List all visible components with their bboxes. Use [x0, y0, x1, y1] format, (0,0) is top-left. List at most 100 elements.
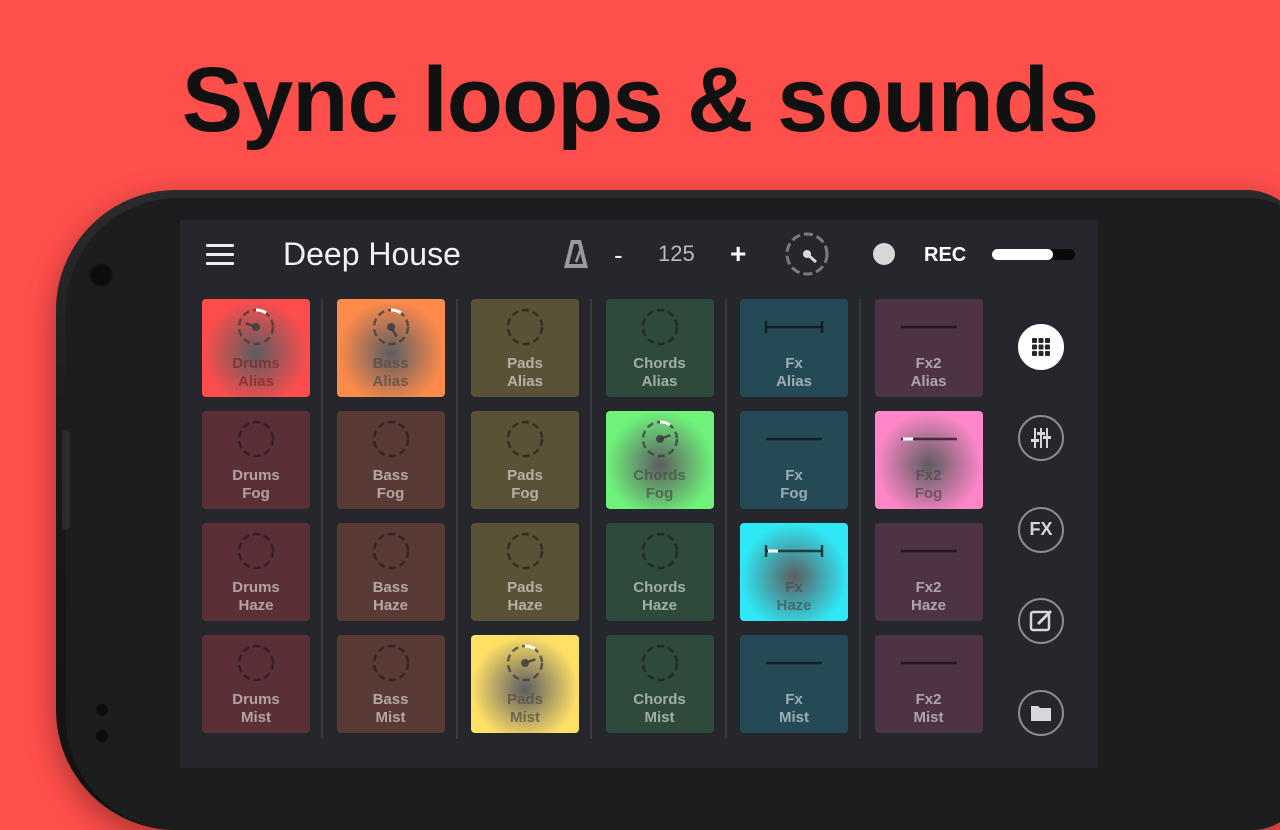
- front-camera: [88, 262, 114, 288]
- grid-view-button[interactable]: [1018, 324, 1064, 370]
- pad-bass-mist[interactable]: Bass Mist: [336, 635, 445, 733]
- pad-fx2-mist[interactable]: Fx2 Mist: [874, 635, 983, 733]
- pad-pads-fog[interactable]: Pads Fog: [471, 411, 579, 509]
- pad-sublabel: Alias: [372, 373, 409, 390]
- pad-sublabel: Alias: [507, 373, 543, 390]
- loop-dial-icon: [641, 532, 678, 570]
- pad-label: Pads: [507, 691, 543, 708]
- pad-fx-mist[interactable]: Fx Mist: [740, 635, 848, 733]
- pad-sublabel: Mist: [779, 709, 809, 726]
- files-button[interactable]: [1018, 690, 1064, 736]
- pad-sublabel: Fog: [914, 485, 943, 502]
- column-divider: [859, 299, 861, 739]
- pad-bass-alias[interactable]: Bass Alias: [336, 299, 445, 397]
- folder-icon: [1031, 706, 1051, 721]
- pad-drums-alias[interactable]: Drums Alias: [202, 299, 310, 397]
- pad-label: Pads: [507, 579, 543, 596]
- pad-sublabel: Alias: [776, 373, 812, 390]
- record-button[interactable]: REC: [924, 244, 966, 267]
- loop-dial-icon: [506, 308, 544, 346]
- pad-fx-fog[interactable]: Fx Fog: [740, 411, 848, 509]
- record-indicator[interactable]: [873, 243, 895, 265]
- loop-dial-icon: [237, 644, 275, 682]
- pad-drums-mist[interactable]: Drums Mist: [202, 635, 310, 733]
- pad-label: Fx2: [915, 355, 942, 372]
- pad-pads-haze[interactable]: Pads Haze: [471, 523, 579, 621]
- pad-label: Drums: [232, 579, 280, 596]
- loop-dial-icon: [237, 532, 275, 570]
- loop-dial-icon: [237, 308, 275, 346]
- pad-label: Chords: [633, 691, 686, 708]
- pad-sublabel: Fog: [645, 485, 674, 502]
- pad-bass-haze[interactable]: Bass Haze: [336, 523, 445, 621]
- pad-label: Bass: [372, 355, 409, 372]
- grid-icon: [1032, 338, 1050, 356]
- pad-label: Chords: [633, 467, 686, 484]
- range-bracket-icon: [764, 321, 824, 333]
- level-line-icon: [766, 437, 822, 441]
- sync-dial-icon[interactable]: [783, 230, 831, 278]
- pad-sublabel: Haze: [372, 597, 409, 614]
- pad-label: Fx2: [915, 467, 942, 484]
- loop-dial-icon: [641, 308, 678, 346]
- pad-label: Bass: [372, 467, 409, 484]
- pad-chords-fog[interactable]: Chords Fog: [605, 411, 714, 509]
- edit-button[interactable]: [1018, 598, 1064, 644]
- mixer-button[interactable]: [1018, 415, 1064, 461]
- master-volume-slider[interactable]: [992, 249, 1075, 260]
- pad-bass-fog[interactable]: Bass Fog: [336, 411, 445, 509]
- pad-sublabel: Mist: [241, 709, 271, 726]
- pad-fx2-alias[interactable]: Fx2 Alias: [874, 299, 983, 397]
- pad-fx-haze[interactable]: Fx Haze: [740, 523, 848, 621]
- bpm-decrease-button[interactable]: -: [614, 240, 623, 271]
- pad-chords-alias[interactable]: Chords Alias: [605, 299, 714, 397]
- range-bracket-icon: [764, 545, 824, 557]
- pad-chords-mist[interactable]: Chords Mist: [605, 635, 714, 733]
- pad-label: Fx2: [915, 579, 942, 596]
- fx-button[interactable]: FX: [1018, 507, 1064, 553]
- pad-sublabel: Haze: [507, 597, 543, 614]
- pad-label: Pads: [507, 355, 543, 372]
- sliders-icon: [1031, 428, 1051, 448]
- pad-label: Drums: [232, 467, 280, 484]
- pad-pads-alias[interactable]: Pads Alias: [471, 299, 579, 397]
- pad-fx2-fog[interactable]: Fx2 Fog: [874, 411, 983, 509]
- level-line-icon: [900, 437, 957, 441]
- loop-dial-icon: [641, 420, 678, 458]
- column-divider: [321, 299, 323, 739]
- pad-label: Drums: [232, 691, 280, 708]
- pad-sublabel: Mist: [913, 709, 944, 726]
- bpm-increase-button[interactable]: +: [730, 238, 746, 270]
- menu-icon[interactable]: [206, 244, 234, 266]
- pad-fx-alias[interactable]: Fx Alias: [740, 299, 848, 397]
- project-title: Deep House: [283, 236, 461, 272]
- headline: Sync loops & sounds: [181, 49, 1099, 151]
- level-line-icon: [766, 661, 822, 665]
- pad-label: Fx2: [915, 691, 942, 708]
- loop-dial-icon: [372, 308, 409, 346]
- pad-sublabel: Alias: [910, 373, 947, 390]
- loop-dial-icon: [506, 532, 544, 570]
- level-line-icon: [900, 325, 957, 329]
- metronome-icon[interactable]: [562, 238, 590, 270]
- level-line-icon: [900, 661, 957, 665]
- pad-sublabel: Mist: [375, 709, 406, 726]
- master-volume-fill: [992, 249, 1053, 260]
- pad-sublabel: Alias: [641, 373, 678, 390]
- pad-sublabel: Haze: [238, 597, 274, 614]
- pad-label: Pads: [507, 467, 543, 484]
- pad-sublabel: Mist: [510, 709, 540, 726]
- loop-dial-icon: [372, 420, 409, 458]
- pad-fx2-haze[interactable]: Fx2 Haze: [874, 523, 983, 621]
- top-bar: Deep House - 125 + REC: [180, 220, 1098, 292]
- pad-label: Fx: [785, 579, 803, 596]
- pad-label: Fx: [785, 691, 803, 708]
- pad-drums-haze[interactable]: Drums Haze: [202, 523, 310, 621]
- pad-sublabel: Fog: [511, 485, 539, 502]
- pad-label: Chords: [633, 579, 686, 596]
- pad-label: Fx: [785, 355, 803, 372]
- pad-chords-haze[interactable]: Chords Haze: [605, 523, 714, 621]
- side-key: [62, 430, 70, 530]
- pad-pads-mist[interactable]: Pads Mist: [471, 635, 579, 733]
- pad-drums-fog[interactable]: Drums Fog: [202, 411, 310, 509]
